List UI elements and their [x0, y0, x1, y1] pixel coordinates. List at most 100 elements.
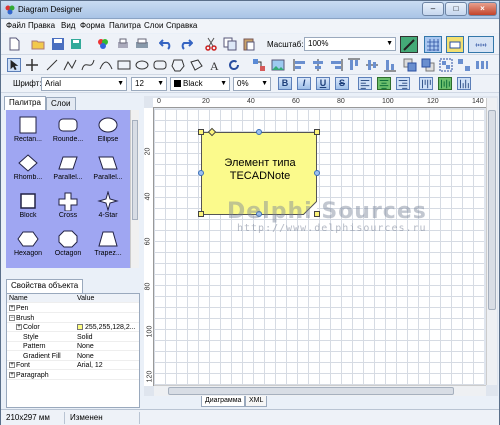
text-align-center-icon[interactable] — [377, 77, 391, 90]
polygon-tool-icon[interactable] — [171, 58, 185, 72]
menu-shape[interactable]: Форма — [80, 21, 105, 30]
palette-item-star4[interactable]: 4-Star — [88, 188, 128, 225]
property-row[interactable]: Gradient Fill None — [7, 352, 139, 361]
curve-tool-icon[interactable] — [81, 58, 95, 72]
minimize-button[interactable]: – — [422, 2, 444, 16]
palette-item-trapezoid[interactable]: Trapez... — [88, 226, 128, 263]
tab-properties[interactable]: Свойства объекта — [6, 279, 84, 293]
save-icon[interactable] — [51, 37, 65, 51]
underline-button[interactable]: U — [316, 77, 330, 90]
rectangle-tool-icon[interactable] — [117, 58, 131, 72]
palette-scroll-thumb[interactable] — [132, 120, 138, 220]
polyline-tool-icon[interactable] — [63, 58, 77, 72]
palette-item-octagon[interactable]: Octagon — [48, 226, 88, 263]
closed-curve-tool-icon[interactable] — [189, 58, 203, 72]
open-folder-icon[interactable] — [31, 37, 45, 51]
text-align-left-icon[interactable] — [358, 77, 372, 90]
property-row[interactable]: + Pen — [7, 304, 139, 313]
menu-palette[interactable]: Палитра — [109, 21, 141, 30]
color-select[interactable]: Black ▼ — [170, 77, 230, 91]
connector-icon[interactable] — [252, 58, 266, 72]
palette-item-rounded[interactable]: Rounde... — [48, 112, 88, 149]
group-icon[interactable] — [439, 58, 453, 72]
close-button[interactable]: × — [468, 2, 497, 16]
property-row[interactable]: Pattern None — [7, 342, 139, 351]
property-row[interactable]: + Paragraph — [7, 371, 139, 380]
menu-file[interactable]: Файл — [6, 21, 26, 30]
pointer-icon[interactable] — [7, 58, 21, 72]
ellipse-tool-icon[interactable] — [135, 58, 149, 72]
save-all-icon[interactable] — [69, 37, 83, 51]
redo-icon[interactable] — [179, 37, 193, 51]
resize-handle-tl[interactable] — [198, 129, 204, 135]
palette-scrollbar[interactable] — [130, 110, 139, 268]
bold-button[interactable]: B — [278, 77, 292, 90]
font-size-select[interactable]: 12 ▼ — [131, 77, 167, 91]
grid-icon[interactable] — [424, 36, 442, 53]
copy-icon[interactable] — [223, 37, 237, 51]
palette-item-cross[interactable]: Cross — [48, 188, 88, 225]
expand-icon[interactable]: + — [16, 324, 22, 331]
text-align-right-icon[interactable] — [396, 77, 410, 90]
horizontal-scrollbar[interactable] — [154, 385, 486, 396]
image-icon[interactable] — [271, 58, 285, 72]
expand-icon[interactable]: − — [9, 314, 15, 321]
menu-view[interactable]: Вид — [61, 21, 75, 30]
tab-xml[interactable]: XML — [245, 396, 268, 407]
align-left-icon[interactable] — [293, 58, 307, 72]
line-tool-icon[interactable] — [45, 58, 59, 72]
send-back-icon[interactable] — [421, 58, 435, 72]
maximize-button[interactable]: □ — [445, 2, 467, 16]
opacity-select[interactable]: 0% ▼ — [233, 77, 271, 91]
resize-handle-tr[interactable] — [314, 129, 320, 135]
zoom-select[interactable]: 100% ▼ — [304, 37, 396, 51]
align-center-icon[interactable] — [311, 58, 325, 72]
tab-palette[interactable]: Палитра — [4, 96, 46, 110]
property-row[interactable]: + Font Arial, 12 — [7, 361, 139, 370]
move-tool-icon[interactable] — [25, 58, 39, 72]
property-row[interactable]: + Color 255,255,128,2... — [7, 323, 139, 332]
text-tool-icon[interactable]: A — [207, 58, 221, 72]
palette-item-parallelogram2[interactable]: Parallel... — [88, 150, 128, 187]
paste-icon[interactable] — [242, 37, 256, 51]
italic-button[interactable]: I — [297, 77, 311, 90]
vertical-scrollbar[interactable] — [486, 98, 497, 385]
resize-handle-t[interactable] — [256, 129, 262, 135]
print-icon[interactable] — [135, 37, 149, 51]
ungroup-icon[interactable] — [457, 58, 471, 72]
new-file-icon[interactable] — [7, 37, 21, 51]
align-top-icon[interactable] — [347, 58, 361, 72]
undo-icon[interactable] — [159, 37, 173, 51]
bezier-tool-icon[interactable] — [99, 58, 113, 72]
palette-item-ellipse[interactable]: Ellipse — [88, 112, 128, 149]
menu-edit[interactable]: Правка — [28, 21, 55, 30]
tab-layers[interactable]: Слои — [46, 97, 76, 110]
colors-icon[interactable] — [96, 37, 110, 51]
cut-icon[interactable] — [204, 37, 218, 51]
property-row[interactable]: − Brush — [7, 314, 139, 323]
rounded-rect-tool-icon[interactable] — [153, 58, 167, 72]
resize-handle-r[interactable] — [314, 170, 320, 176]
expand-icon[interactable]: + — [9, 371, 15, 378]
menu-layers[interactable]: Слои — [144, 21, 163, 30]
property-row[interactable]: Style Solid — [7, 333, 139, 342]
resize-handle-l[interactable] — [198, 170, 204, 176]
palette-item-rhombus[interactable]: Rhomb... — [8, 150, 48, 187]
align-right-icon[interactable] — [329, 58, 343, 72]
strikethrough-button[interactable]: S — [335, 77, 349, 90]
distribute-icon[interactable] — [475, 58, 489, 72]
expand-icon[interactable]: + — [9, 305, 15, 312]
expand-icon[interactable]: + — [9, 362, 15, 369]
print-preview-icon[interactable] — [116, 37, 130, 51]
vertical-scroll-thumb[interactable] — [488, 110, 496, 310]
align-middle-icon[interactable] — [365, 58, 379, 72]
valign-bottom-icon[interactable] — [457, 77, 471, 90]
align-bottom-icon[interactable] — [383, 58, 397, 72]
rotate-tool-icon[interactable] — [227, 58, 241, 72]
snap-mode-icon[interactable] — [400, 36, 418, 53]
palette-item-block[interactable]: Block — [8, 188, 48, 225]
font-select[interactable]: Arial ▼ — [41, 77, 127, 91]
ruler-toggle-icon[interactable] — [468, 36, 494, 53]
horizontal-scroll-thumb[interactable] — [168, 387, 454, 395]
resize-handle-bl[interactable] — [198, 211, 204, 217]
